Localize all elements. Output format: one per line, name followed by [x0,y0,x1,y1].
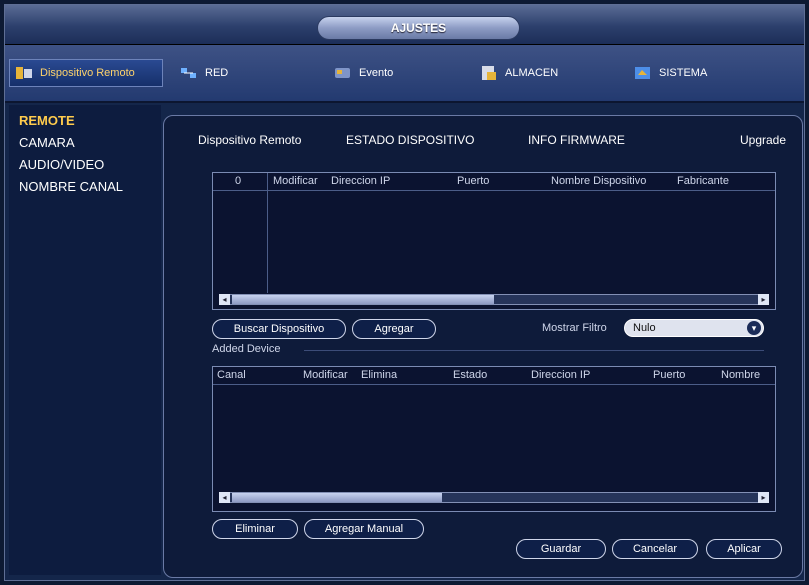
column-header: Direccion IP [531,369,591,381]
filter-value: Nulo [633,322,656,334]
scroll-right-icon[interactable]: ▸ [758,294,769,305]
tab-device-status[interactable]: ESTADO DISPOSITIVO [340,128,480,152]
column-header: Canal [217,369,246,381]
nav-label: SISTEMA [659,67,708,79]
nav-event[interactable]: Evento [335,59,393,87]
column-header: Puerto [457,175,490,187]
filter-label: Mostrar Filtro [542,322,607,334]
sidebar-item-remote[interactable]: REMOTE [9,111,161,133]
cancel-button[interactable]: Cancelar [612,539,698,559]
manual-add-button[interactable]: Agregar Manual [304,519,424,539]
nav-label: ALMACEN [505,67,559,79]
tab-upgrade[interactable]: Upgrade [734,128,792,152]
nav-label: Dispositivo Remoto [40,67,135,79]
table-header: Canal Modificar Elimina Estado Direccion… [213,367,775,385]
scroll-left-icon[interactable]: ◂ [219,492,230,503]
sidebar: REMOTE CAMARA AUDIO/VIDEO NOMBRE CANAL [9,105,161,575]
horizontal-scrollbar[interactable]: ◂ ▸ [219,492,769,503]
column-header: Modificar [273,175,318,187]
apply-button[interactable]: Aplicar [706,539,782,559]
horizontal-scrollbar[interactable]: ◂ ▸ [219,294,769,305]
nav-remote-device[interactable]: Dispositivo Remoto [9,59,163,87]
column-divider [267,173,268,293]
scroll-thumb[interactable] [232,295,494,304]
column-header: Nombre Dispositivo [551,175,647,187]
network-icon [181,66,197,80]
tab-firmware-info[interactable]: INFO FIRMWARE [522,128,631,152]
system-icon [635,66,651,80]
column-header: Elimina [361,369,398,381]
chevron-down-icon: ▾ [747,321,761,335]
filter-select[interactable]: Nulo ▾ [624,319,764,337]
column-header: Fabricante [677,175,729,187]
save-button[interactable]: Guardar [516,539,606,559]
scroll-thumb[interactable] [232,493,442,502]
table-header: 0 Modificar Direccion IP Puerto Nombre D… [213,173,775,191]
column-header: Direccion IP [331,175,391,187]
section-divider [304,350,764,351]
title-bar: AJUSTES [5,5,804,45]
sidebar-item-camera[interactable]: CAMARA [9,133,161,155]
column-header: Puerto [653,369,686,381]
event-icon [335,66,351,80]
column-header: Modificar [303,369,348,381]
tab-bar: Dispositivo Remoto ESTADO DISPOSITIVO IN… [184,128,796,152]
column-header: 0 [235,175,242,187]
added-device-title: Added Device [212,343,281,355]
content-panel: Dispositivo Remoto ESTADO DISPOSITIVO IN… [163,115,803,578]
settings-window: AJUSTES Dispositivo Remoto RED Evento AL… [4,4,805,581]
nav-network[interactable]: RED [181,59,228,87]
added-device-table[interactable]: Canal Modificar Elimina Estado Direccion… [212,366,776,512]
scroll-right-icon[interactable]: ▸ [758,492,769,503]
storage-icon [481,66,497,80]
delete-button[interactable]: Eliminar [212,519,298,539]
search-device-button[interactable]: Buscar Dispositivo [212,319,346,339]
nav-storage[interactable]: ALMACEN [481,59,558,87]
tab-remote-device[interactable]: Dispositivo Remoto [192,128,307,152]
remote-device-icon [16,66,32,80]
sidebar-item-channel-name[interactable]: NOMBRE CANAL [9,177,161,199]
nav-system[interactable]: SISTEMA [635,59,707,87]
scroll-left-icon[interactable]: ◂ [219,294,230,305]
sidebar-item-audio-video[interactable]: AUDIO/VIDEO [9,155,161,177]
window-title: AJUSTES [317,16,520,40]
nav-label: RED [205,67,229,79]
add-button[interactable]: Agregar [352,319,436,339]
search-device-table[interactable]: 0 Modificar Direccion IP Puerto Nombre D… [212,172,776,310]
top-nav: Dispositivo Remoto RED Evento ALMACEN SI… [5,45,804,103]
column-header: Estado [453,369,488,381]
nav-label: Evento [359,67,394,79]
column-header: Nombre [721,369,761,381]
